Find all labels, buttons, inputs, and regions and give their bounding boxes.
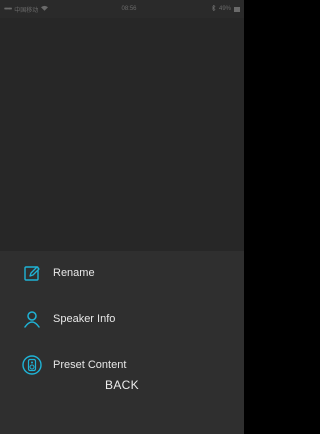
status-bar: ••••• 中国移动 08:56 49% — [0, 0, 244, 18]
bluetooth-icon — [211, 4, 216, 13]
app-screen: ••••• 中国移动 08:56 49% Rename Speaker Info… — [0, 0, 244, 434]
carrier-name: 中国移动 — [14, 7, 39, 14]
menu-item-label: Preset Content — [53, 359, 127, 371]
status-left: ••••• 中国移动 — [4, 5, 99, 14]
signal-strength: ••••• — [4, 5, 12, 13]
status-right: 49% — [159, 4, 240, 13]
dimmed-background[interactable] — [0, 18, 244, 251]
menu-item-rename[interactable]: Rename — [0, 253, 244, 293]
menu-item-label: Rename — [53, 267, 95, 279]
battery-percent: 49% — [218, 6, 231, 12]
action-sheet: Rename Speaker Info Preset Content — [0, 251, 244, 434]
menu-item-label: Speaker Info — [53, 313, 116, 325]
battery-icon — [234, 6, 240, 12]
wifi-icon — [41, 5, 49, 13]
back-button[interactable]: BACK — [0, 371, 244, 399]
person-icon — [22, 309, 42, 329]
edit-icon — [22, 263, 42, 283]
status-time: 08:56 — [121, 6, 137, 12]
menu-item-speaker-info[interactable]: Speaker Info — [0, 299, 244, 339]
